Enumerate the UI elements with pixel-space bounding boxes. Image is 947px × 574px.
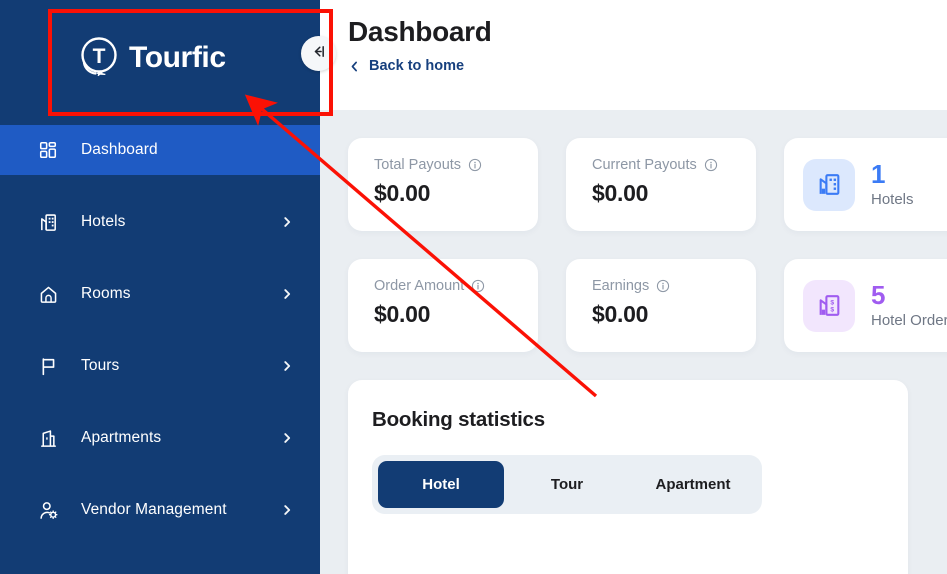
- info-circle-icon[interactable]: [468, 158, 482, 172]
- stat-card-label-row: Current Payouts: [592, 157, 756, 173]
- chevron-right-icon: [280, 431, 294, 445]
- stat-card-label: Earnings: [592, 278, 650, 294]
- sidebar-item-apartments[interactable]: Apartments: [0, 413, 320, 463]
- back-to-home-label: Back to home: [369, 58, 465, 74]
- sidebar-item-label: Tours: [81, 357, 120, 374]
- sidebar-item-label: Hotels: [81, 213, 126, 230]
- count-card-text: 5 Hotel Orders: [871, 280, 947, 329]
- stat-card-hotel-orders-count: $ $ 5 Hotel Orders: [784, 259, 947, 352]
- sidebar-item-label: Dashboard: [81, 141, 158, 158]
- tab-tour[interactable]: Tour: [504, 461, 630, 508]
- sidebar-item-label: Rooms: [81, 285, 131, 302]
- info-circle-icon[interactable]: [471, 279, 485, 293]
- stat-row-2: Order Amount $0.00 Earnings $0.00 $ $ 5 …: [348, 259, 947, 352]
- user-gear-icon: [37, 499, 59, 521]
- stat-row-1: Total Payouts $0.00 Current Payouts $0.0…: [348, 138, 947, 231]
- page-title: Dashboard: [348, 16, 492, 47]
- booking-statistics-panel: Booking statistics Hotel Tour Apartment: [348, 380, 908, 574]
- stat-card-label: Current Payouts: [592, 157, 697, 173]
- stat-card-value: $0.00: [374, 180, 431, 206]
- back-to-home-link[interactable]: Back to home: [348, 58, 464, 74]
- stat-card-value: $0.00: [592, 301, 649, 327]
- flag-icon: [37, 355, 59, 377]
- stat-card-total-payouts: Total Payouts $0.00: [348, 138, 538, 231]
- count-card-text: 1 Hotels: [871, 159, 914, 208]
- main-content: Dashboard Back to home Total Payouts $0.…: [320, 0, 947, 574]
- info-circle-icon[interactable]: [656, 279, 670, 293]
- svg-text:T: T: [93, 45, 106, 68]
- brand-name: Tourfic: [129, 41, 226, 74]
- count-card-number: 1: [871, 159, 886, 190]
- chevron-right-icon: [280, 503, 294, 517]
- count-card-caption: Hotel Orders: [871, 311, 947, 329]
- stat-card-value: $0.00: [592, 180, 649, 206]
- stat-card-hotels-count: 1 Hotels: [784, 138, 947, 231]
- stat-card-earnings: Earnings $0.00: [566, 259, 756, 352]
- stat-card-label: Total Payouts: [374, 157, 462, 173]
- chevron-right-icon: [280, 215, 294, 229]
- sidebar-item-vendor-management[interactable]: Vendor Management: [0, 485, 320, 535]
- sidebar-item-dashboard[interactable]: Dashboard: [0, 125, 320, 175]
- dashboard-content: Total Payouts $0.00 Current Payouts $0.0…: [320, 110, 947, 574]
- stat-card-label-row: Earnings: [592, 278, 756, 294]
- info-circle-icon[interactable]: [704, 158, 718, 172]
- stat-card-value: $0.00: [374, 301, 431, 327]
- chevron-left-icon: [348, 60, 361, 73]
- stat-card-order-amount: Order Amount $0.00: [348, 259, 538, 352]
- sidebar-item-rooms[interactable]: Rooms: [0, 269, 320, 319]
- tourfic-circle-plane-logo-icon: T: [76, 35, 122, 81]
- sidebar-item-label: Apartments: [81, 429, 162, 446]
- collapse-sidebar-arrow-icon: [310, 43, 327, 65]
- stat-card-label: Order Amount: [374, 278, 465, 294]
- tab-hotel[interactable]: Hotel: [378, 461, 504, 508]
- count-card-caption: Hotels: [871, 190, 914, 208]
- app-root: T Tourfic Dashboard Hotels Rooms Tours A…: [0, 0, 947, 574]
- sidebar-item-tours[interactable]: Tours: [0, 341, 320, 391]
- count-card-number: 5: [871, 280, 886, 311]
- tab-apartment[interactable]: Apartment: [630, 461, 756, 508]
- sidebar: T Tourfic Dashboard Hotels Rooms Tours A…: [0, 0, 336, 574]
- dashboard-grid-icon: [37, 139, 59, 161]
- stat-card-label-row: Order Amount: [374, 278, 538, 294]
- chevron-right-icon: [280, 287, 294, 301]
- sidebar-logo[interactable]: T Tourfic: [0, 0, 320, 116]
- stat-card-label-row: Total Payouts: [374, 157, 538, 173]
- hotel-building-icon-badge: [803, 158, 855, 211]
- booking-statistics-title: Booking statistics: [372, 408, 545, 431]
- svg-text:$: $: [830, 306, 834, 313]
- sidebar-item-hotels[interactable]: Hotels: [0, 197, 320, 247]
- hotel-building-icon: [37, 211, 59, 233]
- sidebar-nav: Dashboard Hotels Rooms Tours Apartments …: [0, 116, 320, 535]
- sidebar-item-label: Vendor Management: [81, 501, 227, 518]
- collapse-sidebar-button[interactable]: [301, 36, 336, 71]
- stat-card-current-payouts: Current Payouts $0.00: [566, 138, 756, 231]
- apartment-building-icon: [37, 427, 59, 449]
- home-outline-icon: [37, 283, 59, 305]
- chevron-right-icon: [280, 359, 294, 373]
- hotel-order-icon-badge: $ $: [803, 279, 855, 332]
- booking-statistics-tabs: Hotel Tour Apartment: [372, 455, 762, 514]
- page-header: Dashboard Back to home: [320, 0, 947, 110]
